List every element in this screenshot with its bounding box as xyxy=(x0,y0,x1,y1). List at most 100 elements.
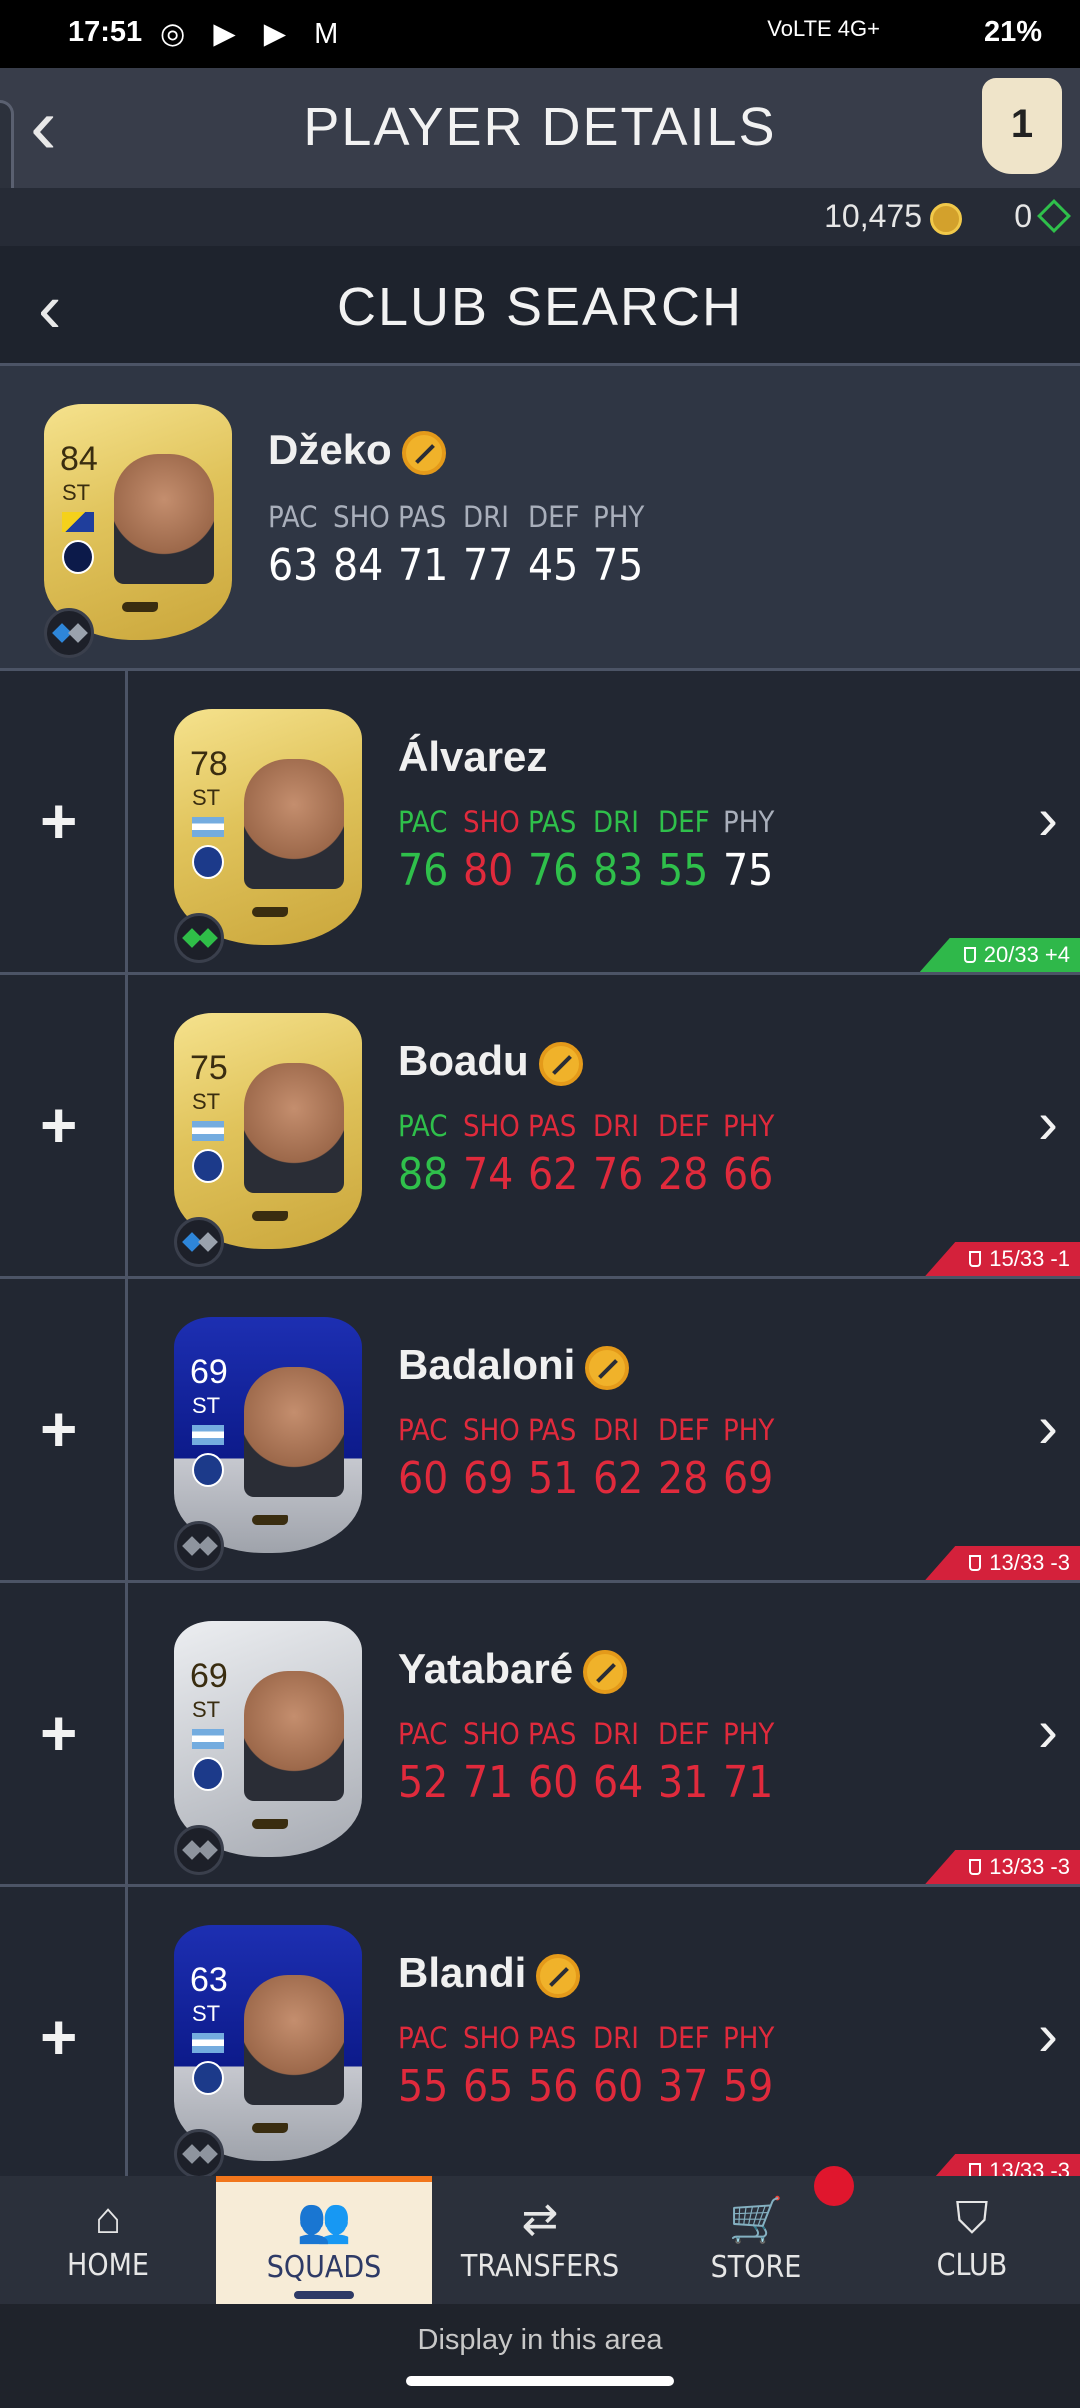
player-card[interactable]: 69 ST xyxy=(174,1621,362,1857)
player-row[interactable]: + 69 ST Badaloni PAC 60 SHO 69 PAS 51 DR… xyxy=(0,1279,1080,1583)
coin-balance: 10,475 xyxy=(824,198,962,235)
stat-value: 28 xyxy=(658,1453,709,1504)
chemistry-change-tag: 15/33 -1 xyxy=(925,1242,1080,1276)
gesture-handle[interactable] xyxy=(406,2376,674,2386)
nation-flag xyxy=(192,817,224,837)
stat-pac: PAC 55 xyxy=(398,2021,463,2112)
nav-club[interactable]: ⛉ CLUB xyxy=(864,2176,1080,2304)
stat-value: 56 xyxy=(528,2061,579,2112)
nation-flag xyxy=(192,1729,224,1749)
stat-dri: DRI 60 xyxy=(593,2021,658,2112)
player-card[interactable]: 75 ST xyxy=(174,1013,362,1249)
player-row[interactable]: + 63 ST Blandi PAC 55 SHO 65 PAS 56 DRI xyxy=(0,1887,1080,2191)
stat-label: PHY xyxy=(723,2021,775,2055)
stat-phy: PHY 66 xyxy=(723,1109,788,1200)
stat-label: DEF xyxy=(658,1109,710,1143)
stat-def: DEF 55 xyxy=(658,805,723,896)
player-photo xyxy=(244,1671,344,1801)
nav-label: HOME xyxy=(67,2248,149,2283)
objectives-badge[interactable]: 1 xyxy=(982,78,1062,174)
stat-label: PAS xyxy=(528,2021,577,2055)
untradeable-icon xyxy=(401,430,446,475)
stat-value: 28 xyxy=(658,1149,709,1200)
chevron-right-icon[interactable]: › xyxy=(1038,1397,1058,1457)
stat-label: PAC xyxy=(398,1717,448,1751)
card-position: ST xyxy=(192,1089,221,1114)
stat-label: SHO xyxy=(333,500,390,534)
nav-home[interactable]: ⌂ HOME xyxy=(0,2176,216,2304)
boot-icon xyxy=(252,1515,288,1525)
stat-value: 62 xyxy=(528,1149,579,1200)
stat-pas: PAS 62 xyxy=(528,1109,593,1200)
player-row[interactable]: + 75 ST Boadu PAC 88 SHO 74 PAS 62 DRI 7… xyxy=(0,975,1080,1279)
player-stats: PAC 52 SHO 71 PAS 60 DRI 64 DEF 31 PHY 7… xyxy=(398,1717,788,1808)
stat-value: 80 xyxy=(463,845,514,896)
stat-sho: SHO 71 xyxy=(463,1717,528,1808)
boot-icon xyxy=(122,602,158,612)
player-row[interactable]: + 69 ST Yatabaré PAC 52 SHO 71 PAS 60 DR… xyxy=(0,1583,1080,1887)
untradeable-icon xyxy=(538,1041,583,1086)
stat-phy: PHY 75 xyxy=(593,500,658,591)
player-name: Álvarez xyxy=(398,733,548,780)
stat-pas: PAS 51 xyxy=(528,1413,593,1504)
stat-label: DRI xyxy=(593,2021,639,2055)
stat-label: DRI xyxy=(593,1717,639,1751)
untradeable-icon xyxy=(583,1649,628,1694)
ad-area: Display in this area xyxy=(0,2304,1080,2408)
card-position: ST xyxy=(192,2001,221,2026)
nav-squads[interactable]: 👥 SQUADS xyxy=(216,2176,432,2304)
player-photo xyxy=(244,759,344,889)
player-card[interactable]: 78 ST xyxy=(174,709,362,945)
stat-value: 60 xyxy=(593,2061,644,2112)
card-rating: 63 xyxy=(190,1961,228,1999)
chevron-right-icon[interactable]: › xyxy=(1038,1093,1058,1153)
player-photo xyxy=(244,1367,344,1497)
stat-value: 59 xyxy=(723,2061,774,2112)
player-row[interactable]: + 78 ST Álvarez PAC 76 SHO 80 PAS 76 DRI xyxy=(0,671,1080,975)
chevron-right-icon[interactable]: › xyxy=(1038,789,1058,849)
add-to-squad-button[interactable]: + xyxy=(40,2005,77,2069)
nav-transfers[interactable]: ⇄ TRANSFERS xyxy=(432,2176,648,2304)
stat-pac: PAC 76 xyxy=(398,805,463,896)
stat-label: PAC xyxy=(398,805,448,839)
stat-value: 76 xyxy=(528,845,579,896)
app-header: ‹ PLAYER DETAILS 1 xyxy=(0,68,1080,188)
chevron-right-icon[interactable]: › xyxy=(1038,1701,1058,1761)
stat-pac: PAC 63 xyxy=(268,500,333,591)
add-to-squad-button[interactable]: + xyxy=(40,1397,77,1461)
club-search-header: ‹ CLUB SEARCH xyxy=(0,246,1080,366)
chemistry-style-icon xyxy=(174,1521,224,1571)
player-photo xyxy=(244,1063,344,1193)
flask-icon xyxy=(969,1251,982,1267)
stat-value: 60 xyxy=(398,1453,449,1504)
add-to-squad-button[interactable]: + xyxy=(40,789,77,853)
player-name: Badaloni xyxy=(398,1341,630,1390)
player-stats: PAC 63 SHO 84 PAS 71 DRI 77 DEF 45 PHY 75 xyxy=(268,500,658,591)
stat-phy: PHY 71 xyxy=(723,1717,788,1808)
add-to-squad-button[interactable]: + xyxy=(40,1701,77,1765)
player-name: Blandi xyxy=(398,1949,581,1998)
status-bar: 17:51 ◎ ▶ ▶ M VoLTE 4G+ 21% xyxy=(0,0,1080,68)
stat-label: DEF xyxy=(528,500,580,534)
stat-dri: DRI 83 xyxy=(593,805,658,896)
stat-value: 84 xyxy=(333,540,384,591)
stat-label: PAC xyxy=(398,2021,448,2055)
add-column: + xyxy=(0,671,128,972)
add-to-squad-button[interactable]: + xyxy=(40,1093,77,1157)
nation-flag xyxy=(192,2033,224,2053)
chevron-right-icon[interactable]: › xyxy=(1038,2005,1058,2065)
player-card[interactable]: 84 ST xyxy=(44,404,232,640)
stat-label: PHY xyxy=(723,1413,775,1447)
stat-label: SHO xyxy=(463,2021,520,2055)
player-card[interactable]: 69 ST xyxy=(174,1317,362,1553)
bottom-navigation: ⌂ HOME 👥 SQUADS ⇄ TRANSFERS 🛒 STORE ⛉ CL… xyxy=(0,2176,1080,2304)
club-crest xyxy=(192,845,224,879)
card-position: ST xyxy=(192,1393,221,1418)
stat-label: PHY xyxy=(723,1109,775,1143)
stat-value: 83 xyxy=(593,845,644,896)
boot-icon xyxy=(252,907,288,917)
stat-value: 65 xyxy=(463,2061,514,2112)
player-card[interactable]: 63 ST xyxy=(174,1925,362,2161)
stat-label: DRI xyxy=(593,1109,639,1143)
player-stats: PAC 55 SHO 65 PAS 56 DRI 60 DEF 37 PHY 5… xyxy=(398,2021,788,2112)
